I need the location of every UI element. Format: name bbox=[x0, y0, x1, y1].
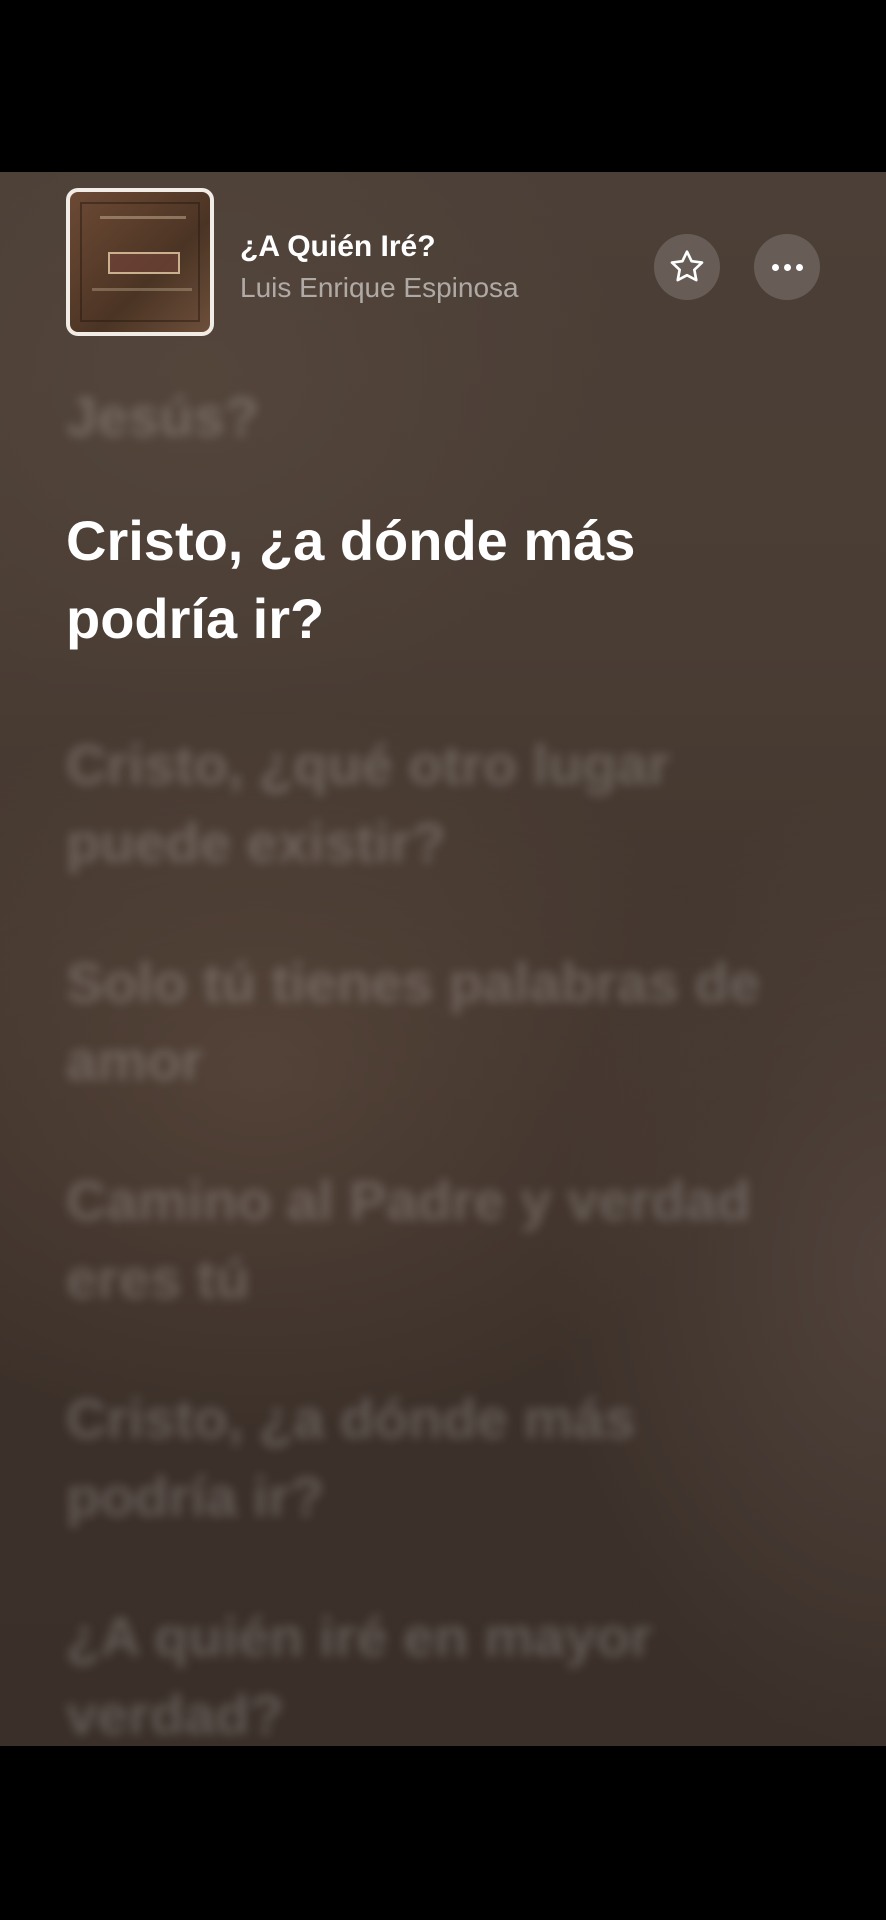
favorite-button[interactable] bbox=[654, 234, 720, 300]
lyrics-player: ¿A Quién Iré? Luis Enrique Espinosa Jesú… bbox=[0, 172, 886, 1746]
lyric-line-previous[interactable]: Jesús? bbox=[66, 378, 806, 456]
phone-screen: ¿A Quién Iré? Luis Enrique Espinosa Jesú… bbox=[0, 0, 886, 1920]
artwork-decoration bbox=[100, 216, 186, 219]
lyric-line-upcoming[interactable]: Camino al Padre y verdad eres tú bbox=[66, 1162, 806, 1318]
lyric-line-upcoming[interactable]: ¿A quién iré en mayor verdad? bbox=[66, 1598, 806, 1746]
more-options-button[interactable] bbox=[754, 234, 820, 300]
artwork-banner bbox=[108, 252, 180, 274]
album-artwork[interactable] bbox=[66, 188, 214, 336]
lyric-line-upcoming[interactable]: Cristo, ¿qué otro lugar puede existir? bbox=[66, 726, 806, 882]
lyric-line-upcoming[interactable]: Solo tú tienes palabras de amor bbox=[66, 944, 806, 1100]
lyric-line-current[interactable]: Cristo, ¿a dónde más podría ir? bbox=[66, 502, 806, 658]
lyric-line-upcoming[interactable]: Cristo, ¿a dónde más podría ir? bbox=[66, 1380, 806, 1536]
song-title: ¿A Quién Iré? bbox=[240, 230, 436, 263]
star-icon bbox=[670, 250, 704, 282]
now-playing-header: ¿A Quién Iré? Luis Enrique Espinosa bbox=[0, 172, 886, 348]
song-artist[interactable]: Luis Enrique Espinosa bbox=[240, 272, 519, 304]
ellipsis-icon bbox=[771, 263, 803, 271]
artwork-decoration bbox=[92, 288, 192, 291]
